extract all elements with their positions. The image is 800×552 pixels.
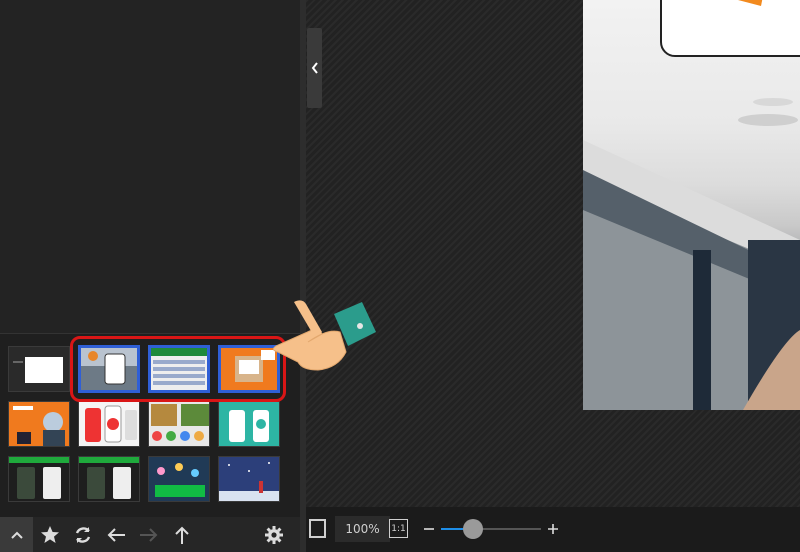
collapse-sidebar-button[interactable] <box>307 28 322 108</box>
up-folder-button[interactable] <box>170 517 194 552</box>
refresh-button[interactable] <box>71 517 95 552</box>
thumbnail-image[interactable] <box>148 456 210 502</box>
fit-to-window-button[interactable] <box>309 519 326 538</box>
zoom-slider[interactable] <box>441 519 541 539</box>
zoom-out-icon[interactable] <box>422 522 436 536</box>
thumbnail-image[interactable] <box>218 401 280 447</box>
settings-button[interactable] <box>262 517 286 552</box>
thumbnail-image[interactable] <box>8 401 70 447</box>
zoom-slider-handle[interactable] <box>463 519 483 539</box>
arrow-right-icon <box>140 527 158 542</box>
gear-icon <box>265 525 283 544</box>
refresh-icon <box>75 526 91 543</box>
pointing-hand-icon <box>272 300 376 371</box>
thumbnail-image[interactable] <box>148 401 210 447</box>
thumbnail-image[interactable] <box>218 456 280 502</box>
arrow-left-icon <box>107 527 125 542</box>
actual-size-button[interactable]: 1:1 <box>389 519 408 538</box>
selection-highlight <box>70 336 286 402</box>
thumbnail-image[interactable] <box>8 456 70 502</box>
photo-preview <box>583 0 800 410</box>
arrow-up-icon <box>175 526 189 544</box>
chevron-left-icon <box>311 62 318 74</box>
star-icon <box>41 526 59 543</box>
chevron-up-icon <box>10 531 23 539</box>
thumbnail-toolbar <box>0 517 300 552</box>
thumbnail-image[interactable] <box>78 456 140 502</box>
zoom-level[interactable]: 100% <box>335 516 390 542</box>
back-button[interactable] <box>104 517 128 552</box>
forward-button[interactable] <box>137 517 161 552</box>
thumbnail-image[interactable] <box>78 401 140 447</box>
favorite-button[interactable] <box>38 517 62 552</box>
thumbnail-image[interactable] <box>8 346 70 392</box>
expand-panel-button[interactable] <box>0 517 33 552</box>
zoom-in-icon[interactable] <box>546 522 560 536</box>
